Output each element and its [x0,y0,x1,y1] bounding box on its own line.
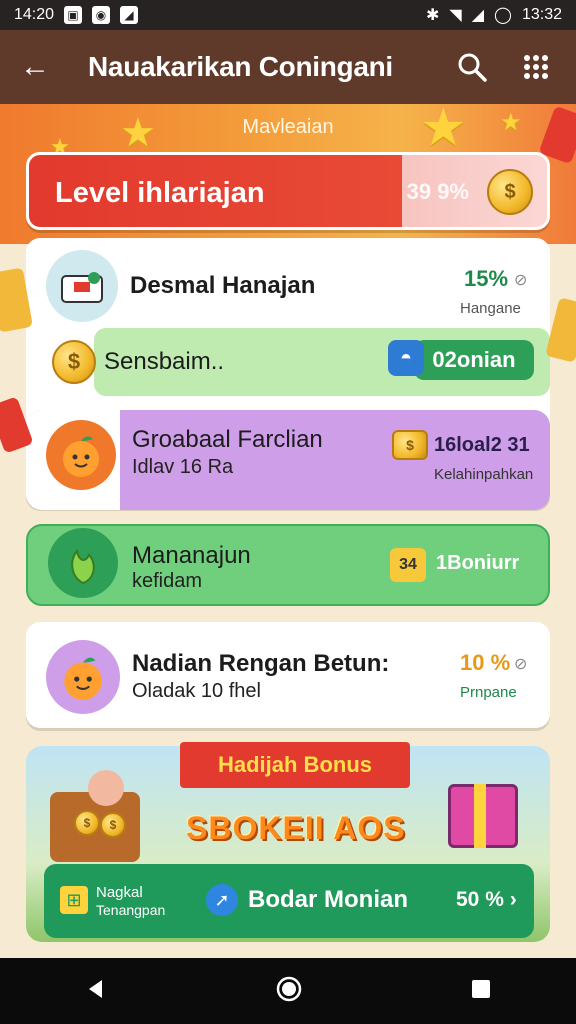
gift-icon: ⊞ [60,886,88,914]
status-bar: 14:20 ▣ ◉ ◢ ✱ ◥ ◢ ◯ 13:32 [0,0,576,30]
gift-ribbon [474,784,486,848]
progress-percent: 10 % [460,650,511,675]
battery-icon: ◯ [494,7,512,24]
reward-value: 1Boniurr [436,552,520,574]
claim-button[interactable]: 02onian [414,340,534,380]
status-time: 14:20 [14,6,55,23]
star-icon: ★ [420,104,467,157]
card-title: Nadian Rengan Betun: [132,650,390,677]
bluetooth-icon: ✱ [426,7,440,24]
gift-box-icon [46,250,118,322]
nav-back-icon[interactable] [84,977,108,1006]
bonus-left-sublabel: Tenangpan [96,902,166,918]
reward-badge: 34 [390,548,426,582]
card-subtitle: kefidam [132,570,203,592]
orange-fruit-icon [46,420,116,490]
controller-icon: ◓ [388,340,424,376]
level-label: Level ihlariajan [55,177,265,209]
card-subtitle: Idlav 16 Ra [132,456,234,478]
progress-percent: 15% [464,266,509,291]
level-value: 39 9% [406,179,469,204]
system-nav-bar [0,958,576,1024]
card-title: Mananajun [132,542,251,569]
status-time-right: 13:32 [521,6,562,23]
task-title: Sensbaim.. [104,348,225,375]
character-icon [88,770,124,806]
coin-stack-icon: $ [392,430,428,460]
coin-icon: $ [74,810,100,836]
reward-value: 16loal2 31 [434,434,530,456]
check-circle-icon: ⊘ [514,272,528,289]
plant-icon [48,528,118,598]
notification-icon: ◉ [92,6,111,24]
card-tag: Kelahinpahkan [434,466,534,483]
bonus-left-label: Nagkal [96,884,143,901]
search-icon[interactable] [452,47,492,87]
check-circle-icon: ⊘ [514,656,528,673]
app-bar: ← Nauakarikan Coningani [0,30,576,104]
card-title: Groabaal Farclian [132,426,323,453]
nav-recents-icon[interactable] [470,978,492,1005]
back-arrow-icon[interactable]: ← [20,52,56,82]
nav-home-icon[interactable] [275,975,303,1008]
star-icon: ★ [120,111,156,155]
coin-icon: $ [52,340,96,384]
coin-icon: $ [100,812,126,838]
notification-icon: ▣ [64,6,83,24]
card-subtitle: Oladak 10 fhel [132,680,261,702]
coin-icon: $ [487,169,533,215]
card-title: Desmal Hanajan [130,272,316,299]
wifi-icon: ◥ [449,7,462,24]
menu-grid-icon[interactable] [516,47,556,87]
bonus-center-label: Bodar Monian [248,886,408,913]
hero-subtitle: Mavleaian [242,116,334,138]
bonus-percent-link[interactable]: 50 % › [456,888,517,912]
plane-icon: ➚ [206,884,238,916]
notification-icon: ◢ [120,6,139,24]
card-tag: Hangane [460,300,521,317]
level-progress-bar: Level ihlariajan 39 9% $ [26,152,550,230]
page-title: Nauakarikan Coningani [88,51,393,82]
signal-icon: ◢ [471,7,485,24]
orange-fruit-icon [46,640,120,714]
card-tag: Prnpane [460,684,517,701]
bonus-ribbon: Hadijah Bonus [180,742,410,788]
bonus-headline: SBOKEII AOS [186,810,406,846]
star-icon: ★ [500,109,522,136]
